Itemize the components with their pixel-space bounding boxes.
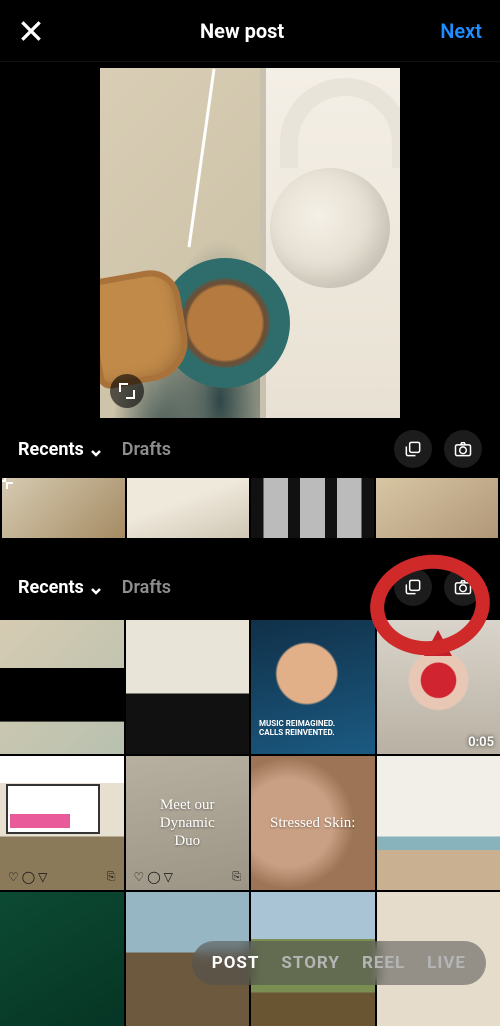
- folder-picker-recents-2[interactable]: Recents: [18, 577, 102, 598]
- grid-item-video[interactable]: 0:05: [377, 620, 500, 754]
- grid-item[interactable]: [377, 756, 500, 890]
- grid-item[interactable]: ♡ ◯ ▽⎘: [126, 756, 250, 890]
- mode-post[interactable]: POST: [212, 953, 260, 973]
- drafts-tab-2[interactable]: Drafts: [122, 577, 171, 598]
- selected-photo-preview[interactable]: [100, 68, 400, 418]
- chevron-down-icon: [90, 581, 102, 593]
- drafts-tab-1[interactable]: Drafts: [122, 439, 171, 460]
- grid-item[interactable]: [251, 756, 375, 890]
- page-title: New post: [200, 19, 284, 43]
- grid-item[interactable]: ♡ ◯ ▽⎘: [0, 756, 124, 890]
- expand-icon: [119, 383, 135, 399]
- stack-icon: [403, 577, 423, 597]
- next-button[interactable]: Next: [440, 19, 482, 43]
- header: New post Next: [0, 0, 500, 62]
- strip-thumb-1[interactable]: [2, 478, 125, 538]
- strip-thumb-2[interactable]: [127, 478, 250, 538]
- select-multiple-button-1[interactable]: [394, 430, 432, 468]
- select-multiple-button-2[interactable]: [394, 568, 432, 606]
- preview-block: Recents Drafts: [0, 68, 500, 548]
- grid-item[interactable]: [0, 892, 124, 1026]
- grid-item[interactable]: [126, 620, 250, 754]
- grid-item[interactable]: [251, 620, 375, 754]
- strip-thumb-4[interactable]: [376, 478, 499, 538]
- folder-label: Recents: [18, 577, 84, 598]
- mode-switcher: POST STORY REEL LIVE: [192, 941, 486, 985]
- mode-reel[interactable]: REEL: [362, 953, 405, 973]
- main-gallery-bar: Recents Drafts: [0, 548, 500, 620]
- mode-live[interactable]: LIVE: [427, 953, 466, 973]
- mode-story[interactable]: STORY: [281, 953, 340, 973]
- grid-item[interactable]: [0, 620, 124, 754]
- recent-strip: [0, 478, 500, 538]
- folder-picker-recents-1[interactable]: Recents: [18, 439, 102, 460]
- chevron-down-icon: [90, 443, 102, 455]
- camera-icon: [453, 439, 473, 459]
- open-camera-button-2[interactable]: [444, 568, 482, 606]
- folder-label: Recents: [18, 439, 84, 460]
- video-duration: 0:05: [468, 735, 494, 750]
- camera-icon: [453, 577, 473, 597]
- close-button[interactable]: [18, 18, 44, 44]
- strip-thumb-3[interactable]: [251, 478, 374, 538]
- preview-gallery-bar: Recents Drafts: [0, 418, 500, 478]
- open-camera-button-1[interactable]: [444, 430, 482, 468]
- stack-icon: [403, 439, 423, 459]
- expand-crop-button[interactable]: [110, 374, 144, 408]
